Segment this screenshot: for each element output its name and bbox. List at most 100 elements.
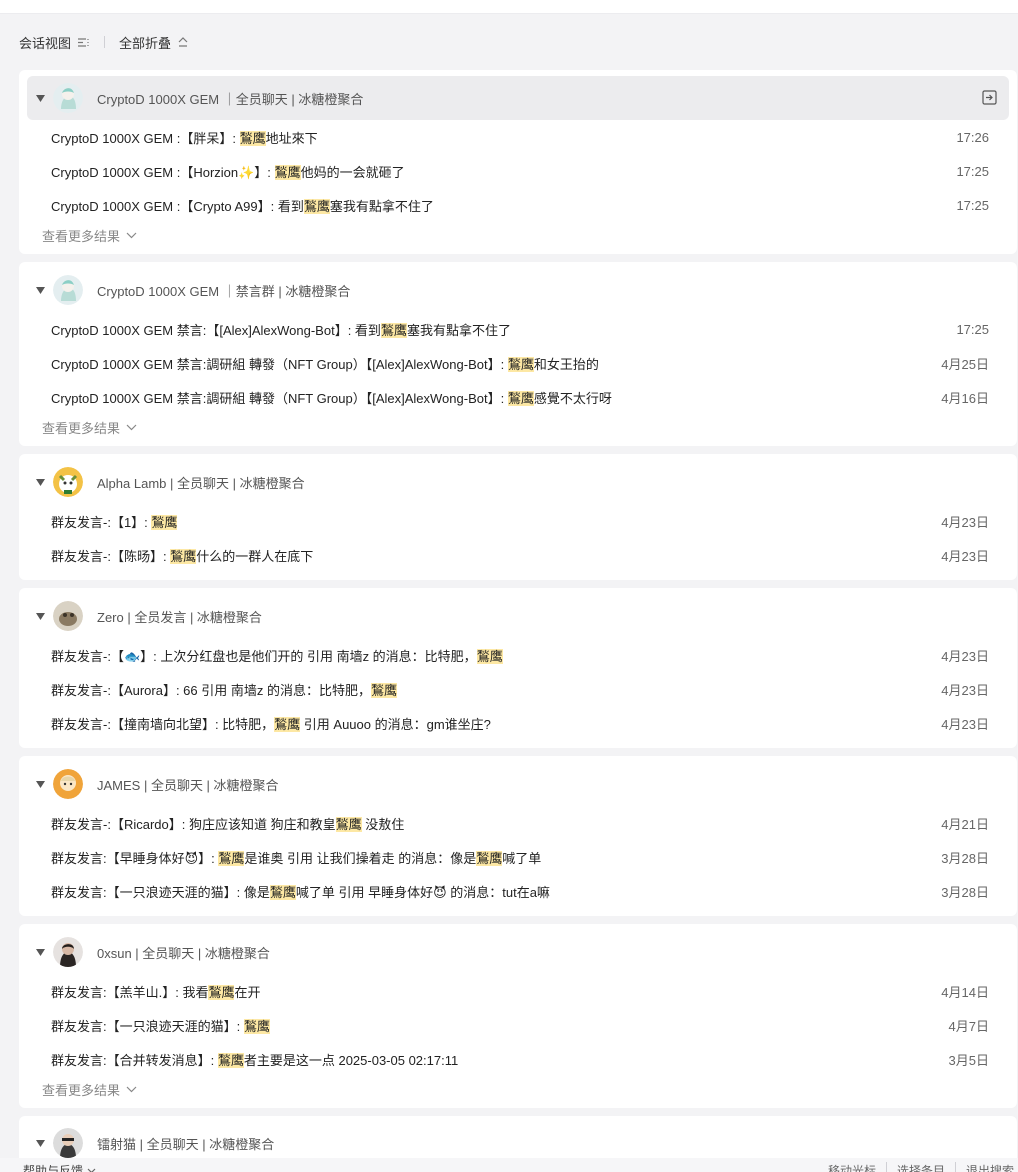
message-time: 4月23日: [941, 716, 989, 732]
select-item-hint: 选择条目: [896, 1164, 945, 1172]
collapse-all-label: 全部折叠: [119, 35, 172, 51]
group-title: 0xsun | 全员聊天 | 冰糖橙聚合: [97, 945, 270, 961]
message-row[interactable]: 群友发言-:【Ricardo】: 狗庄应该知道 狗庄和教皇鶖鹰 没敖住 4月21…: [51, 813, 989, 833]
message-time: 4月14日: [941, 984, 989, 1000]
message-row[interactable]: 群友发言-:【🐟】: 上次分红盘也是他们开的 引用 南墙z 的消息：比特肥，鶖鹰…: [51, 645, 989, 665]
group-title: Zero | 全员发言 | 冰糖橙聚合: [97, 609, 262, 625]
search-group-card: Zero | 全员发言 | 冰糖橙聚合 群友发言-:【🐟】: 上次分红盘也是他们…: [19, 588, 1017, 748]
chevron-down-icon: [126, 1086, 137, 1092]
message-text: CryptoD 1000X GEM 禁言:調研組 轉發（NFT Group）【[…: [51, 356, 599, 372]
message-text: 群友发言-:【🐟】: 上次分红盘也是他们开的 引用 南墙z 的消息：比特肥，鶖鹰: [51, 648, 503, 664]
message-row[interactable]: 群友发言-:【1】: 鶖鹰 4月23日: [51, 511, 989, 531]
open-chat-icon[interactable]: [982, 90, 997, 108]
message-time: 3月28日: [941, 850, 989, 866]
show-more-button[interactable]: 查看更多结果: [42, 226, 137, 244]
message-row[interactable]: 群友发言:【一只浪迹天涯的猫】: 像是鶖鹰喊了单 引用 早睡身体好😈 的消息：t…: [51, 881, 989, 901]
keyword-highlight: 鶖鹰: [370, 682, 397, 698]
message-row[interactable]: 群友发言:【羔羊山.】: 我看鶖鹰在开 4月14日: [51, 981, 989, 1001]
message-text: 群友发言-:【1】: 鶖鹰: [51, 514, 178, 530]
chevron-down-icon: [126, 232, 137, 238]
group-header[interactable]: Zero | 全员发言 | 冰糖橙聚合: [27, 594, 1009, 638]
message-row[interactable]: CryptoD 1000X GEM 禁言:調研組 轉發（NFT Group）【[…: [51, 387, 989, 407]
search-group-card: JAMES | 全员聊天 | 冰糖橙聚合 群友发言-:【Ricardo】: 狗庄…: [19, 756, 1017, 916]
message-time: 4月16日: [941, 390, 989, 406]
keyword-highlight: 鶖鹰: [274, 716, 301, 732]
message-text: CryptoD 1000X GEM 禁言:調研組 轉發（NFT Group）【[…: [51, 390, 612, 406]
collapse-caret-icon[interactable]: [27, 94, 51, 102]
message-row[interactable]: CryptoD 1000X GEM :【胖呆】: 鶖鹰地址來下 17:26: [51, 127, 989, 147]
message-text: 群友发言:【一只浪迹天涯的猫】: 像是鶖鹰喊了单 引用 早睡身体好😈 的消息：t…: [51, 884, 550, 900]
avatar: [53, 83, 83, 113]
keyword-highlight: 鶖鹰: [243, 1018, 270, 1034]
conversation-view-label: 会话视图: [19, 35, 72, 51]
collapse-caret-icon[interactable]: [27, 1139, 51, 1147]
list-view-icon: [78, 37, 89, 47]
message-text: 群友发言-:【撞南墙向北望】: 比特肥，鶖鹰 引用 Auuoo 的消息：gm谁坐…: [51, 716, 491, 732]
avatar: [53, 275, 83, 305]
message-row[interactable]: 群友发言:【一只浪迹天涯的猫】: 鶖鹰 4月7日: [51, 1015, 989, 1035]
group-header[interactable]: 0xsun | 全员聊天 | 冰糖橙聚合: [27, 930, 1009, 974]
message-time: 3月5日: [948, 1052, 989, 1068]
message-text: CryptoD 1000X GEM :【Crypto A99】: 看到鶖鹰塞我有…: [51, 198, 434, 214]
message-row[interactable]: CryptoD 1000X GEM :【Horzion✨】: 鶖鹰他妈的一会就砸…: [51, 161, 989, 181]
search-group-card: CryptoD 1000X GEM ｜全员聊天 | 冰糖橙聚合 CryptoD …: [19, 70, 1017, 254]
avatar: [53, 1128, 83, 1158]
message-row[interactable]: CryptoD 1000X GEM 禁言:【[Alex]AlexWong-Bot…: [51, 319, 989, 339]
show-more-button[interactable]: 查看更多结果: [42, 1080, 137, 1098]
group-header[interactable]: JAMES | 全员聊天 | 冰糖橙聚合: [27, 762, 1009, 806]
keyword-highlight: 鶖鹰: [170, 548, 197, 564]
help-feedback-button[interactable]: 帮助与反馈: [23, 1162, 96, 1172]
message-time: 4月21日: [941, 816, 989, 832]
collapse-caret-icon[interactable]: [27, 780, 51, 788]
message-row[interactable]: CryptoD 1000X GEM :【Crypto A99】: 看到鶖鹰塞我有…: [51, 195, 989, 215]
collapse-caret-icon[interactable]: [27, 948, 51, 956]
shortcut-hints: 移动光标 选择条目 退出搜索: [828, 1162, 1014, 1172]
message-time: 4月23日: [941, 682, 989, 698]
message-time: 4月23日: [941, 548, 989, 564]
message-row[interactable]: 群友发言-:【撞南墙向北望】: 比特肥，鶖鹰 引用 Auuoo 的消息：gm谁坐…: [51, 713, 989, 733]
toolbar: 会话视图 全部折叠: [19, 30, 189, 54]
message-row[interactable]: 群友发言-:【陈旸】: 鶖鹰什么的一群人在底下 4月23日: [51, 545, 989, 565]
message-time: 4月25日: [941, 356, 989, 372]
message-time: 17:25: [956, 163, 989, 179]
footer-bar: 帮助与反馈 移动光标 选择条目 退出搜索: [0, 1158, 1018, 1172]
help-feedback-label: 帮助与反馈: [23, 1164, 84, 1172]
message-text: 群友发言:【合并转发消息】: 鶖鹰者主要是这一点 2025-03-05 02:1…: [51, 1052, 459, 1068]
toolbar-divider: [104, 36, 106, 48]
show-more-label: 查看更多结果: [42, 420, 121, 436]
group-header[interactable]: CryptoD 1000X GEM ｜禁言群 | 冰糖橙聚合: [27, 268, 1009, 312]
group-header[interactable]: CryptoD 1000X GEM ｜全员聊天 | 冰糖橙聚合: [27, 76, 1009, 120]
message-text: CryptoD 1000X GEM :【Horzion✨】: 鶖鹰他妈的一会就砸…: [51, 164, 405, 180]
keyword-highlight: 鶖鹰: [208, 984, 235, 1000]
collapse-caret-icon[interactable]: [27, 478, 51, 486]
message-row[interactable]: 群友发言:【合并转发消息】: 鶖鹰者主要是这一点 2025-03-05 02:1…: [51, 1049, 989, 1069]
conversation-view-button[interactable]: 会话视图: [19, 33, 90, 52]
search-group-card: Alpha Lamb | 全员聊天 | 冰糖橙聚合 群友发言-:【1】: 鶖鹰 …: [19, 454, 1017, 580]
show-more-button[interactable]: 查看更多结果: [42, 418, 137, 436]
message-text: 群友发言:【羔羊山.】: 我看鶖鹰在开: [51, 984, 261, 1000]
group-header[interactable]: Alpha Lamb | 全员聊天 | 冰糖橙聚合: [27, 460, 1009, 504]
message-row[interactable]: 群友发言-:【Aurora】: 66 引用 南墙z 的消息：比特肥，鶖鹰 4月2…: [51, 679, 989, 699]
footer-divider: [954, 1162, 956, 1172]
collapse-caret-icon[interactable]: [27, 612, 51, 620]
move-cursor-hint: 移动光标: [827, 1164, 876, 1172]
collapse-caret-icon[interactable]: [27, 286, 51, 294]
message-text: 群友发言:【早睡身体好😈】: 鶖鹰是谁奥 引用 让我们操着走 的消息：像是鶖鹰喊…: [51, 850, 542, 866]
avatar: [53, 769, 83, 799]
keyword-highlight: 鶖鹰: [507, 356, 534, 372]
exit-search-hint: 退出搜索: [965, 1164, 1014, 1172]
keyword-highlight: 鶖鹰: [274, 164, 301, 180]
collapse-all-button[interactable]: 全部折叠: [119, 33, 189, 52]
message-time: 4月23日: [941, 648, 989, 664]
avatar: [53, 467, 83, 497]
search-group-card: 0xsun | 全员聊天 | 冰糖橙聚合 群友发言:【羔羊山.】: 我看鶖鹰在开…: [19, 924, 1017, 1108]
group-title: 镭射猫 | 全员聊天 | 冰糖橙聚合: [97, 1136, 275, 1152]
message-time: 17:26: [956, 129, 989, 145]
message-row[interactable]: CryptoD 1000X GEM 禁言:調研組 轉發（NFT Group）【[…: [51, 353, 989, 373]
message-time: 4月23日: [941, 514, 989, 530]
message-row[interactable]: 群友发言:【早睡身体好😈】: 鶖鹰是谁奥 引用 让我们操着走 的消息：像是鶖鹰喊…: [51, 847, 989, 867]
group-title: CryptoD 1000X GEM ｜禁言群 | 冰糖橙聚合: [97, 283, 351, 299]
message-text: 群友发言:【一只浪迹天涯的猫】: 鶖鹰: [51, 1018, 270, 1034]
group-title: Alpha Lamb | 全员聊天 | 冰糖橙聚合: [97, 475, 305, 491]
message-text: CryptoD 1000X GEM :【胖呆】: 鶖鹰地址來下: [51, 130, 318, 146]
